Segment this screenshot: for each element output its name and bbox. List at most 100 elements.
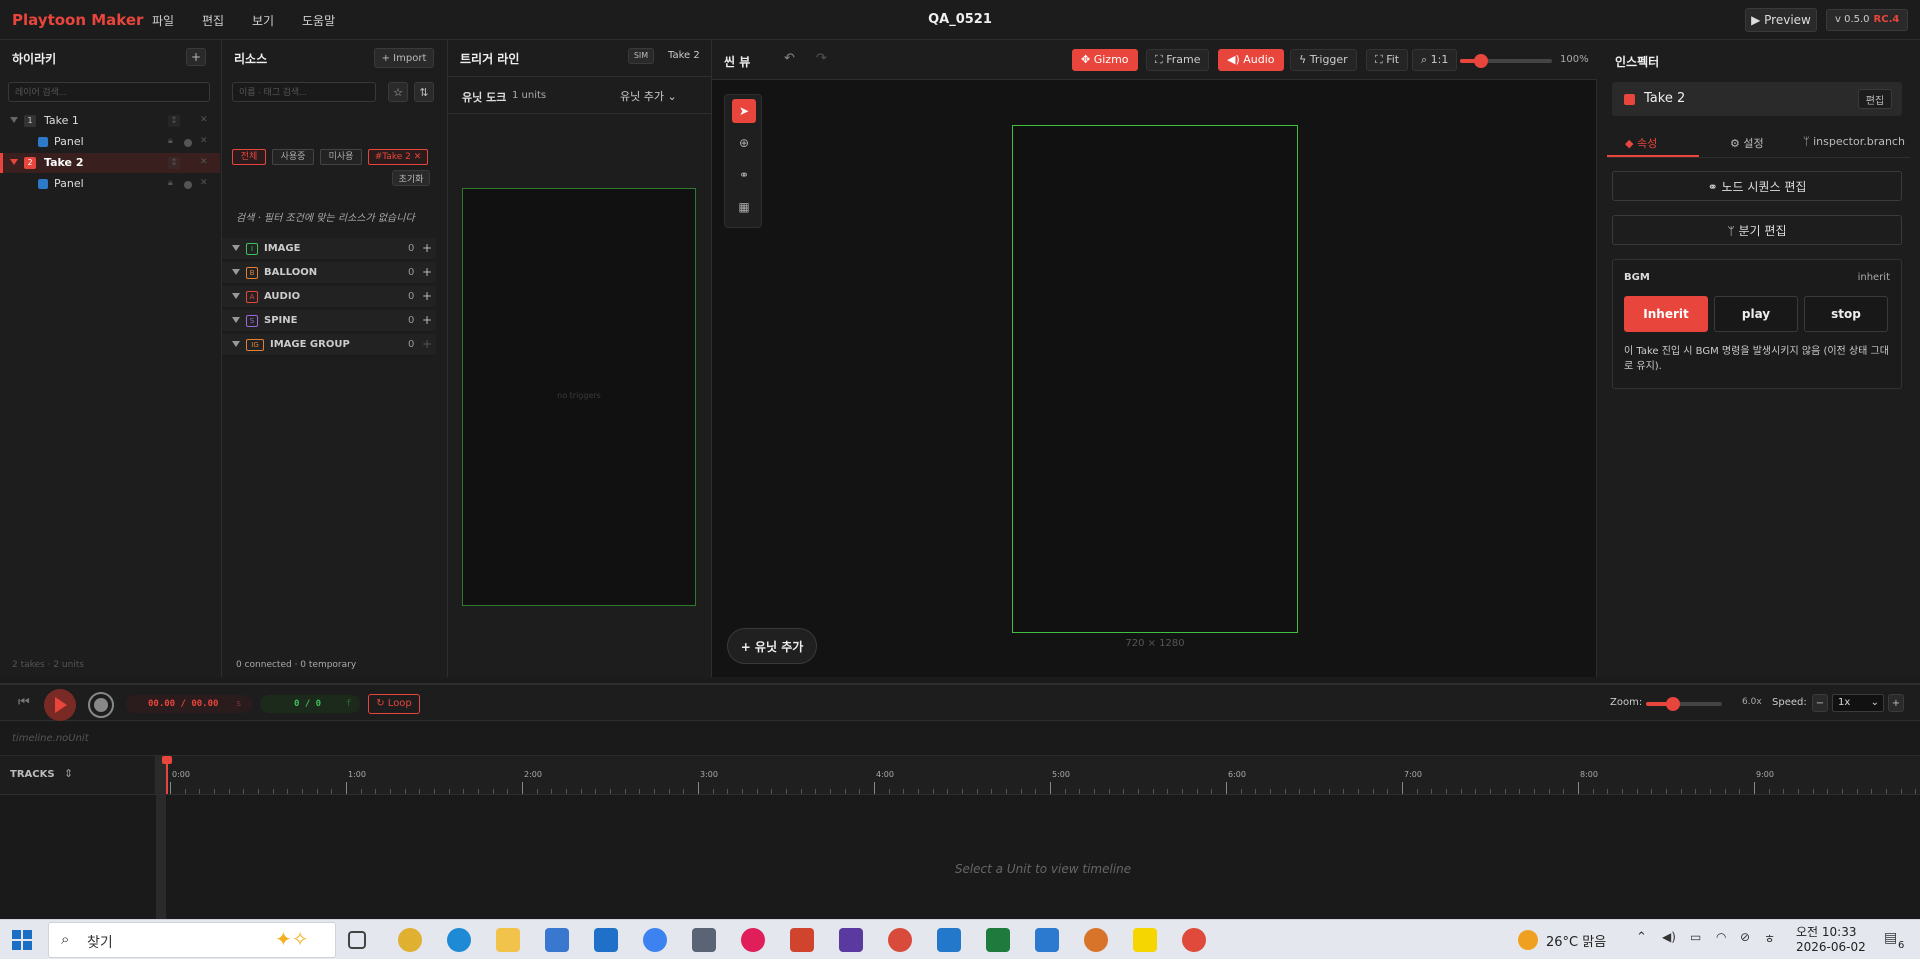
- add-icon[interactable]: +: [422, 337, 432, 351]
- scene-zoom-handle[interactable]: [1474, 54, 1488, 68]
- sort-icon[interactable]: ⇅: [414, 82, 434, 102]
- taskbar-search[interactable]: ⌕ 찾기 ✦✧: [48, 922, 336, 958]
- edge-icon[interactable]: [447, 928, 471, 952]
- add-icon[interactable]: +: [422, 241, 432, 255]
- delete-icon[interactable]: ✕: [200, 136, 208, 146]
- filter-chip-tag[interactable]: #Take 2 ✕: [368, 149, 428, 165]
- scene-zoom-slider[interactable]: [1460, 54, 1552, 68]
- frame-toggle[interactable]: ⛶ Frame: [1146, 49, 1210, 71]
- network-icon[interactable]: ⊘: [1740, 930, 1750, 944]
- expand-icon[interactable]: [10, 117, 18, 123]
- sort-icon[interactable]: ⇕: [64, 767, 73, 780]
- filter-chip-used[interactable]: 사용중: [272, 149, 314, 165]
- add-icon[interactable]: +: [422, 313, 432, 327]
- audio-toggle[interactable]: ◀) Audio: [1218, 49, 1284, 71]
- move-icon[interactable]: ↕: [168, 157, 180, 169]
- timeline-zoom-slider[interactable]: [1646, 697, 1722, 711]
- move-tool-icon[interactable]: ⊕: [732, 131, 756, 155]
- ime-icon[interactable]: ㅎ: [1764, 930, 1775, 947]
- speed-increase-button[interactable]: +: [1888, 694, 1904, 712]
- expand-icon[interactable]: [232, 245, 240, 251]
- ratio-button[interactable]: ⌕ 1:1: [1412, 49, 1458, 71]
- playhead-handle[interactable]: [162, 756, 172, 764]
- add-layer-button[interactable]: +: [186, 48, 206, 66]
- notification-icon[interactable]: ▤: [1884, 930, 1897, 946]
- tab-properties[interactable]: ◆ 속성: [1625, 135, 1657, 151]
- app-icon[interactable]: [839, 928, 863, 952]
- tab-settings[interactable]: ⚙ 설정: [1730, 135, 1764, 151]
- chrome-profile-icon[interactable]: [888, 928, 912, 952]
- speed-select[interactable]: 1x ⌄: [1832, 694, 1884, 712]
- delete-icon[interactable]: ✕: [200, 157, 208, 167]
- task-view-icon[interactable]: [348, 931, 366, 949]
- add-icon[interactable]: +: [422, 289, 432, 303]
- calculator-icon[interactable]: [692, 928, 716, 952]
- menu-edit[interactable]: 편집: [202, 12, 224, 29]
- slack-icon[interactable]: [741, 928, 765, 952]
- favorite-icon[interactable]: ☆: [388, 82, 408, 102]
- store-icon[interactable]: [545, 928, 569, 952]
- filter-chip-all[interactable]: 전체: [232, 149, 266, 165]
- redo-icon[interactable]: ↷: [816, 51, 827, 66]
- kakaotalk-icon[interactable]: [1133, 928, 1157, 952]
- node-tool-icon[interactable]: ⚭: [732, 163, 756, 187]
- expand-icon[interactable]: [232, 317, 240, 323]
- app-icon[interactable]: [1084, 928, 1108, 952]
- chrome-icon[interactable]: [398, 928, 422, 952]
- weather-text[interactable]: 26°C 맑음: [1546, 931, 1606, 950]
- loop-toggle[interactable]: ↻ Loop: [368, 694, 420, 714]
- play-button[interactable]: [44, 689, 76, 721]
- category-row-audio[interactable]: A AUDIO 0 +: [222, 286, 436, 308]
- visibility-icon[interactable]: [184, 181, 192, 189]
- track-splitter[interactable]: [156, 756, 166, 921]
- weather-icon[interactable]: [1518, 930, 1538, 950]
- category-row-image-group[interactable]: IG IMAGE GROUP 0 +: [222, 334, 436, 356]
- excel-icon[interactable]: [986, 928, 1010, 952]
- gizmo-toggle[interactable]: ✥ Gizmo: [1072, 49, 1138, 71]
- category-row-spine[interactable]: S SPINE 0 +: [222, 310, 436, 332]
- import-button[interactable]: + Import: [374, 48, 434, 68]
- speed-decrease-button[interactable]: −: [1812, 694, 1828, 712]
- tray-chevron-up-icon[interactable]: ⌃: [1636, 930, 1647, 945]
- chrome-icon[interactable]: [1182, 928, 1206, 952]
- sim-badge[interactable]: SIM: [628, 48, 654, 64]
- expand-icon[interactable]: [232, 341, 240, 347]
- photos-icon[interactable]: [1035, 928, 1059, 952]
- menu-help[interactable]: 도움말: [302, 12, 335, 29]
- hierarchy-unit-row[interactable]: Panel 🔒︎ ✕: [0, 174, 220, 194]
- trigger-preview-frame[interactable]: no triggers: [462, 188, 696, 606]
- grid-tool-icon[interactable]: ▦: [732, 195, 756, 219]
- lock-icon[interactable]: 🔒︎: [168, 178, 173, 188]
- edit-take-button[interactable]: 편집: [1858, 89, 1892, 109]
- expand-icon[interactable]: [232, 269, 240, 275]
- undo-icon[interactable]: ↶: [784, 51, 795, 66]
- category-row-balloon[interactable]: B BALLOON 0 +: [222, 262, 436, 284]
- add-unit-button[interactable]: + 유닛 추가: [727, 628, 817, 664]
- hierarchy-take-row[interactable]: 2 Take 2 ↕ ✕: [0, 153, 220, 173]
- file-explorer-icon[interactable]: [496, 928, 520, 952]
- scene-canvas[interactable]: [1012, 125, 1298, 633]
- filter-chip-unused[interactable]: 미사용: [320, 149, 362, 165]
- hierarchy-take-row[interactable]: 1 Take 1 ↕ ✕: [0, 111, 220, 131]
- app-icon[interactable]: [790, 928, 814, 952]
- stop-button[interactable]: [88, 692, 114, 718]
- expand-icon[interactable]: [10, 159, 18, 165]
- windows-start-icon[interactable]: [12, 930, 32, 950]
- menu-file[interactable]: 파일: [152, 12, 174, 29]
- hierarchy-unit-row[interactable]: Panel 🔒︎ ✕: [0, 132, 220, 152]
- select-tool-icon[interactable]: ➤: [732, 99, 756, 123]
- vscode-icon[interactable]: [937, 928, 961, 952]
- preview-button[interactable]: ▶ Preview: [1745, 8, 1817, 32]
- layer-search-input[interactable]: [8, 82, 210, 102]
- outlook-icon[interactable]: [594, 928, 618, 952]
- menu-view[interactable]: 보기: [252, 12, 274, 29]
- add-icon[interactable]: +: [422, 265, 432, 279]
- tab-branch[interactable]: ᛘ inspector.branch: [1803, 135, 1905, 148]
- bgm-play-button[interactable]: play: [1714, 296, 1798, 332]
- volume-icon[interactable]: ◀): [1662, 930, 1676, 944]
- time-ruler[interactable]: 0:00 1:00 2:00 3:00 4:00 5:00 6:00 7:00 8:00 9:00: [166, 756, 1920, 794]
- move-icon[interactable]: ↕: [168, 115, 180, 127]
- skip-start-icon[interactable]: ⏮: [18, 695, 30, 710]
- clock-time[interactable]: 오전 10:33: [1796, 923, 1856, 940]
- trigger-toggle[interactable]: ϟ Trigger: [1290, 49, 1357, 71]
